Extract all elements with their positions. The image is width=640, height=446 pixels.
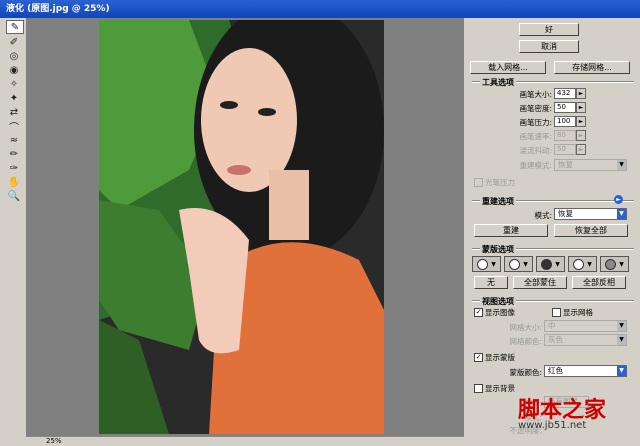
mask-color-value: 红色 (548, 366, 563, 375)
reconstruct-mode-select: 恢复 ▼ (554, 159, 627, 171)
twirl-ccw-icon[interactable]: ◉ (6, 64, 22, 76)
load-mesh-button[interactable]: 载入网格... (470, 61, 546, 74)
turbulence-icon[interactable]: ≈ (6, 134, 22, 146)
mask-color-label: 蒙版颜色: (509, 368, 542, 377)
show-image-checkbox[interactable]: ✓ (474, 308, 483, 317)
mask-all-button[interactable]: 全部蒙住 (513, 276, 567, 289)
mask-invert-icon[interactable]: ▼ (600, 256, 629, 272)
reconstruct-mode-select-2[interactable]: 恢复 ▼ (554, 208, 627, 220)
stylus-pressure-label: 光笔压力 (485, 178, 515, 187)
brush-pressure-arrow-icon[interactable]: ► (576, 116, 586, 127)
chevron-down-icon: ▼ (617, 335, 626, 345)
brush-pressure-input[interactable]: 100 (554, 116, 576, 127)
mesh-size-value: 中 (548, 321, 556, 330)
restore-all-button[interactable]: 恢复全部 (554, 224, 628, 237)
chevron-down-icon: ▼ (617, 366, 626, 376)
mesh-color-select: 灰色 ▼ (544, 334, 627, 346)
mesh-size-label: 网格大小: (509, 323, 542, 332)
pucker-icon[interactable]: ✧ (6, 78, 22, 90)
mask-color-select[interactable]: 红色 ▼ (544, 365, 627, 377)
view-options-header: 视图选项 (480, 296, 516, 307)
save-mesh-button[interactable]: 存储网格... (554, 61, 630, 74)
chevron-down-icon: ▼ (617, 209, 626, 219)
mesh-size-select: 中 ▼ (544, 320, 627, 332)
brush-density-label: 画笔密度: (519, 104, 552, 113)
turbulent-jitter-arrow-icon: ► (576, 144, 586, 155)
reconstruct-mode-value: 恢复 (558, 160, 573, 169)
turbulent-jitter-label: 湍流抖动: (519, 146, 552, 155)
show-mask-label: 显示蒙版 (485, 353, 515, 362)
mask-options-header: 蒙版选项 (480, 244, 516, 255)
chevron-down-icon: ▼ (617, 321, 626, 331)
show-mesh-checkbox[interactable] (552, 308, 561, 317)
tool-palette: ✎ ✐ ◎ ◉ ✧ ✦ ⇄ ⌒ ≈ ✏ ✑ ✋ 🔍 (4, 18, 24, 438)
zoom-level[interactable]: 25% (26, 437, 62, 445)
mirror-icon[interactable]: ⌒ (6, 120, 22, 134)
window-title: 液化 (原图.jpg @ 25%) (6, 4, 110, 14)
preview-canvas[interactable] (26, 18, 464, 436)
push-left-icon[interactable]: ⇄ (6, 106, 22, 118)
stylus-pressure-checkbox (474, 178, 483, 187)
cancel-button[interactable]: 取消 (519, 40, 579, 53)
mesh-color-value: 灰色 (548, 335, 563, 344)
reconstruct-icon[interactable]: ✐ (6, 36, 22, 48)
thaw-mask-icon[interactable]: ✑ (6, 162, 22, 174)
brush-rate-input: 80 (554, 130, 576, 141)
brush-rate-arrow-icon: ► (576, 130, 586, 141)
ok-button[interactable]: 好 (519, 23, 579, 36)
mask-subtract-icon[interactable]: ▼ (536, 256, 565, 272)
brush-size-input[interactable]: 432 (554, 88, 576, 99)
chevron-down-icon: ▼ (617, 160, 626, 170)
brush-rate-label: 画笔速率: (519, 132, 552, 141)
show-backdrop-label: 显示背景 (485, 384, 515, 393)
mask-intersect-icon[interactable]: ▼ (568, 256, 597, 272)
preview-photo (99, 20, 384, 434)
hand-icon[interactable]: ✋ (6, 176, 22, 188)
none-button[interactable]: 无 (474, 276, 508, 289)
invert-all-button[interactable]: 全部反相 (572, 276, 626, 289)
brush-density-input[interactable]: 50 (554, 102, 576, 113)
reconstruct-options-header: 重建选项 (480, 196, 516, 207)
brush-pressure-label: 画笔压力: (519, 118, 552, 127)
mask-replace-icon[interactable]: ▼ (472, 256, 501, 272)
show-backdrop-checkbox[interactable] (474, 384, 483, 393)
brush-density-arrow-icon[interactable]: ► (576, 102, 586, 113)
options-panel: 好 取消 载入网格... 存储网格... 工具选项 画笔大小: 432 ► 画笔… (466, 18, 640, 445)
title-bar: 液化 (原图.jpg @ 25%) (0, 0, 640, 18)
expand-arrow-icon[interactable]: ► (614, 195, 623, 204)
portrait-image (99, 20, 384, 434)
reconstruct-mode-value-2: 恢复 (558, 209, 573, 218)
reconstruct-button[interactable]: 重建 (474, 224, 548, 237)
freeze-mask-icon[interactable]: ✏ (6, 148, 22, 160)
twirl-cw-icon[interactable]: ◎ (6, 50, 22, 62)
tool-options-header: 工具选项 (480, 77, 516, 88)
mesh-color-label: 网格颜色: (509, 337, 542, 346)
brush-size-label: 画笔大小: (519, 90, 552, 99)
reconstruct-mode-label-2: 模式: (534, 211, 552, 220)
brush-size-arrow-icon[interactable]: ► (576, 88, 586, 99)
mask-add-icon[interactable]: ▼ (504, 256, 533, 272)
watermark-url: www.jb51.net (518, 420, 587, 431)
show-mesh-label: 显示网格 (563, 308, 593, 317)
warp-icon[interactable]: ✎ (6, 20, 24, 34)
show-mask-checkbox[interactable]: ✓ (474, 353, 483, 362)
turbulent-jitter-input: 50 (554, 144, 576, 155)
show-image-label: 显示图像 (485, 308, 515, 317)
bloat-icon[interactable]: ✦ (6, 92, 22, 104)
zoom-icon[interactable]: 🔍 (6, 190, 22, 202)
reconstruct-mode-label: 重建模式: (519, 161, 552, 170)
